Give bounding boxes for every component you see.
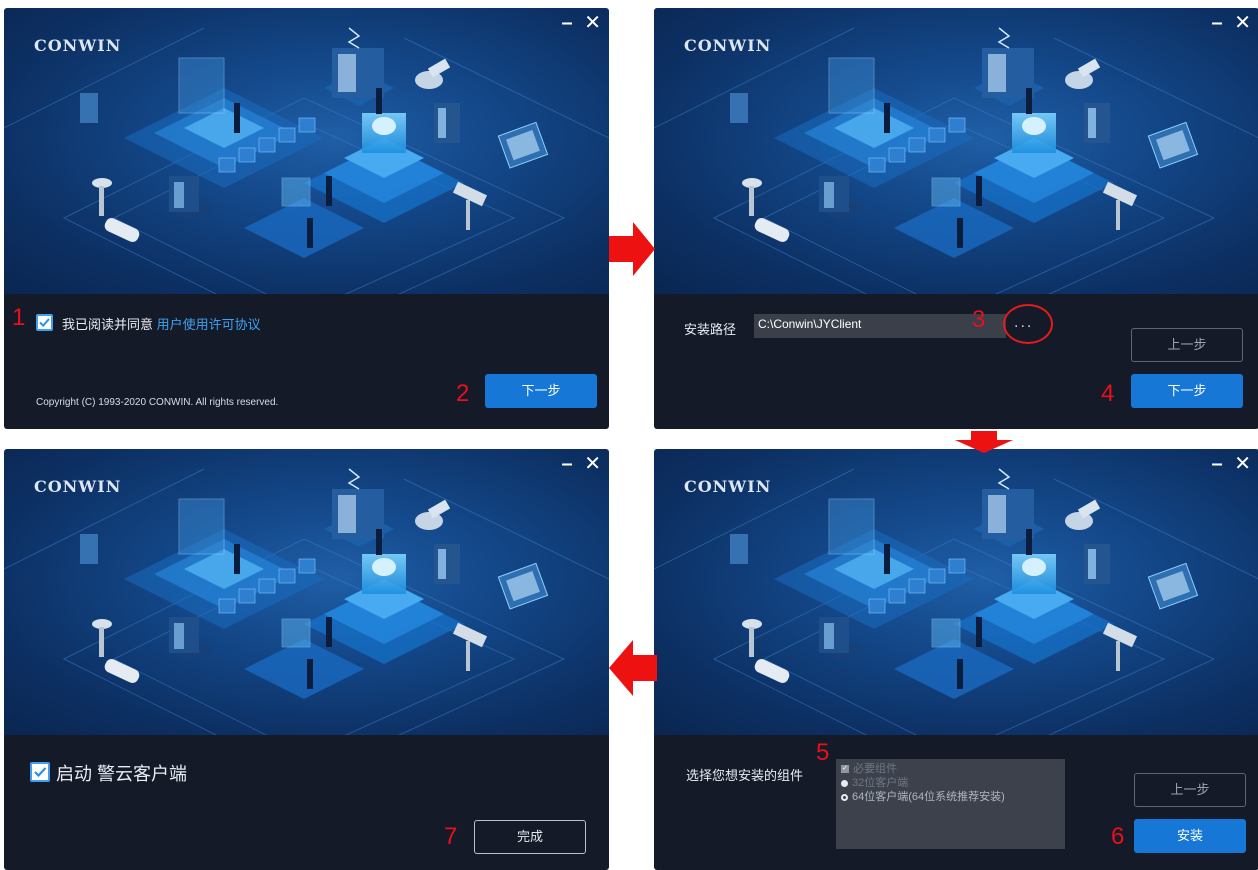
agree-checkbox[interactable] [36, 314, 53, 331]
brand-logo: CONWIN [684, 477, 772, 496]
radio-selected-icon [841, 793, 848, 801]
highlight-ring [1003, 304, 1053, 344]
radio-icon [841, 779, 848, 787]
brand-logo: CONWIN [684, 36, 772, 55]
check-icon [34, 767, 47, 778]
minimize-button[interactable]: – [562, 453, 573, 476]
brand-logo: CONWIN [34, 36, 122, 55]
installer-window-step2: CONWIN – ✕ 安装路径 C:\Conwin\JYClient 3 ...… [654, 8, 1258, 429]
option-label: 64位客户端(64位系统推荐安装) [852, 791, 1005, 803]
next-button[interactable]: 下一步 [1131, 374, 1243, 408]
check-icon [39, 318, 50, 328]
install-path-input[interactable]: C:\Conwin\JYClient [754, 314, 1006, 338]
annotation-marker: 5 [816, 739, 830, 766]
window-controls: – ✕ [1206, 451, 1251, 476]
arrow-down-icon [955, 431, 1013, 453]
install-path-label: 安装路径 [684, 322, 737, 337]
annotation-marker: 4 [1101, 380, 1115, 407]
arrow-left-icon [609, 640, 657, 696]
annotation-marker: 6 [1111, 823, 1125, 850]
window-controls: – ✕ [556, 451, 601, 476]
back-button[interactable]: 上一步 [1131, 328, 1243, 362]
minimize-button[interactable]: – [1212, 453, 1223, 476]
close-button[interactable]: ✕ [584, 10, 601, 35]
agree-label: 我已阅读并同意 [62, 317, 154, 332]
back-button[interactable]: 上一步 [1134, 773, 1246, 807]
components-label: 选择您想安装的组件 [686, 768, 804, 783]
install-button[interactable]: 安装 [1134, 819, 1246, 853]
license-link[interactable]: 用户使用许可协议 [157, 317, 261, 332]
annotation-marker: 7 [444, 823, 458, 850]
annotation-marker: 2 [456, 380, 470, 407]
checkbox-icon: ✓ [841, 765, 849, 774]
copyright-text: Copyright (C) 1993-2020 CONWIN. All righ… [36, 397, 279, 408]
close-button[interactable]: ✕ [1234, 10, 1251, 35]
close-button[interactable]: ✕ [1234, 451, 1251, 476]
next-button[interactable]: 下一步 [485, 374, 597, 408]
installer-window-finish: CONWIN – ✕ 启动 警云客户端 7 完成 [4, 449, 609, 870]
finish-button[interactable]: 完成 [474, 820, 586, 854]
close-button[interactable]: ✕ [584, 451, 601, 476]
annotation-marker: 1 [12, 304, 26, 331]
brand-logo: CONWIN [34, 477, 122, 496]
minimize-button[interactable]: – [1212, 12, 1223, 35]
component-option-64bit[interactable]: 64位客户端(64位系统推荐安装) [841, 788, 1005, 804]
launch-label: 启动 警云客户端 [56, 764, 188, 784]
window-controls: – ✕ [556, 10, 601, 35]
window-controls: – ✕ [1206, 10, 1251, 35]
agree-text: 我已阅读并同意 用户使用许可协议 [62, 314, 261, 333]
installer-window-step1: CONWIN – ✕ 1 我已阅读并同意 用户使用许可协议 Copyright … [4, 8, 609, 429]
installer-window-step3: CONWIN – ✕ 选择您想安装的组件 5 ✓ 必要组件 32位客户端 64位客… [654, 449, 1258, 870]
minimize-button[interactable]: – [562, 12, 573, 35]
annotation-marker: 3 [972, 306, 986, 333]
launch-checkbox[interactable] [30, 762, 50, 782]
arrow-right-icon [609, 222, 655, 276]
